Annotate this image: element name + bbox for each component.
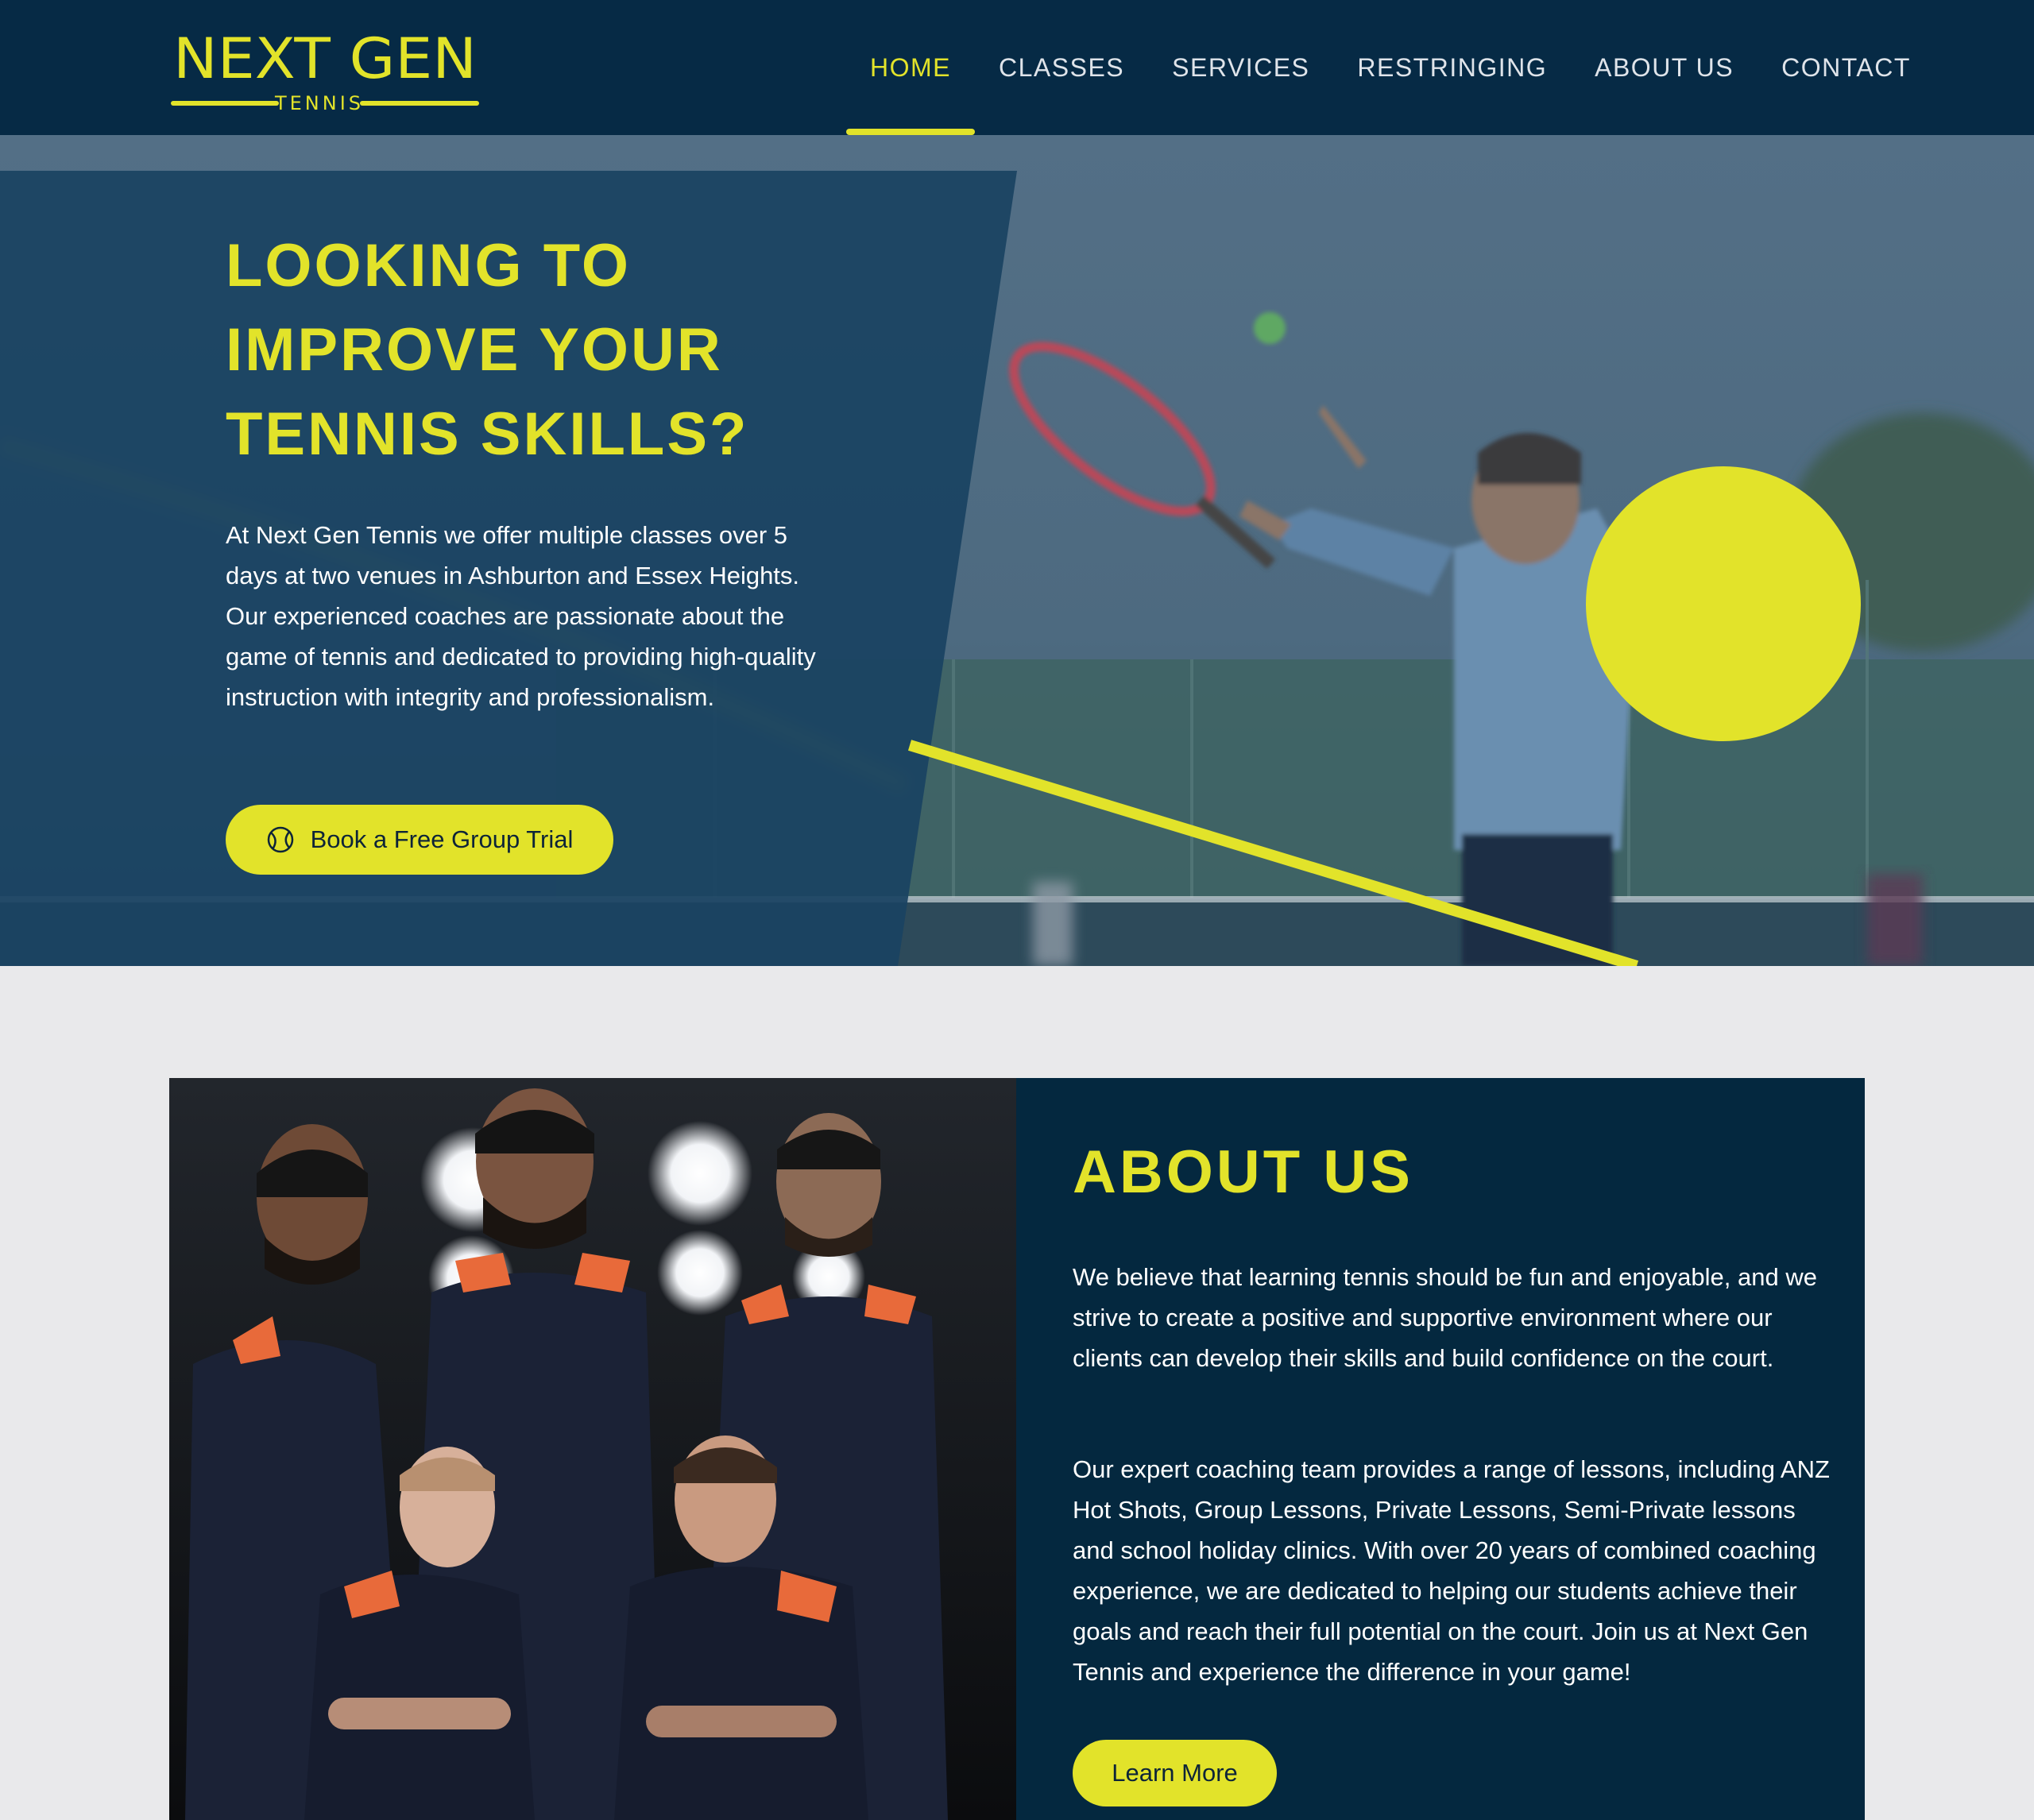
nav-classes[interactable]: CLASSES [975,0,1148,135]
about-paragraph-2: Our expert coaching team provides a rang… [1073,1455,1830,1686]
nav-services-label: SERVICES [1172,52,1310,82]
learn-more-button[interactable]: Learn More [1073,1740,1277,1806]
coaching-team-photo [169,1078,1016,1820]
logo-sub-text: TENNIS [274,92,364,113]
nav-home[interactable]: HOME [846,0,975,135]
site-header: NEXT GEN TENNIS HOME CLASSES SERVICES RE… [0,0,2034,135]
about-title: ABOUT US [1073,1138,1413,1206]
book-free-trial-label: Book a Free Group Trial [310,825,574,853]
nav-about-us[interactable]: ABOUT US [1571,0,1758,135]
hero-title-line: IMPROVE YOUR [226,316,723,384]
accent-circle [1586,466,1861,741]
about-section: ABOUT US We believe that learning tennis… [169,1078,1865,1820]
nav-contact-label: CONTACT [1781,52,1911,82]
nav-active-indicator [846,129,975,135]
nav-restringing-label: RESTRINGING [1357,52,1548,82]
tennis-ball-icon [267,826,293,853]
logo-main-text: NEXT GEN [173,26,477,91]
nav-classes-label: CLASSES [999,52,1125,82]
nav-restringing[interactable]: RESTRINGING [1333,0,1571,135]
hero-title-line: TENNIS SKILLS? [226,400,749,468]
nav-home-label: HOME [870,52,951,82]
nav-services[interactable]: SERVICES [1148,0,1333,135]
nav-about-us-label: ABOUT US [1595,52,1734,82]
about-paragraph-1: We believe that learning tennis should b… [1073,1263,1817,1372]
main-nav: HOME CLASSES SERVICES RESTRINGING ABOUT … [846,0,1935,135]
hero-title: LOOKING TO IMPROVE YOUR TENNIS SKILLS? [226,224,909,477]
book-free-trial-button[interactable]: Book a Free Group Trial [226,805,613,875]
next-gen-tennis-logo[interactable]: NEXT GEN TENNIS [170,24,480,113]
nav-contact[interactable]: CONTACT [1758,0,1935,135]
hero-description: At Next Gen Tennis we offer multiple cla… [226,521,816,711]
hero-title-line: LOOKING TO [226,232,631,299]
hero-section: LOOKING TO IMPROVE YOUR TENNIS SKILLS? A… [0,135,2034,966]
learn-more-label: Learn More [1112,1759,1238,1787]
